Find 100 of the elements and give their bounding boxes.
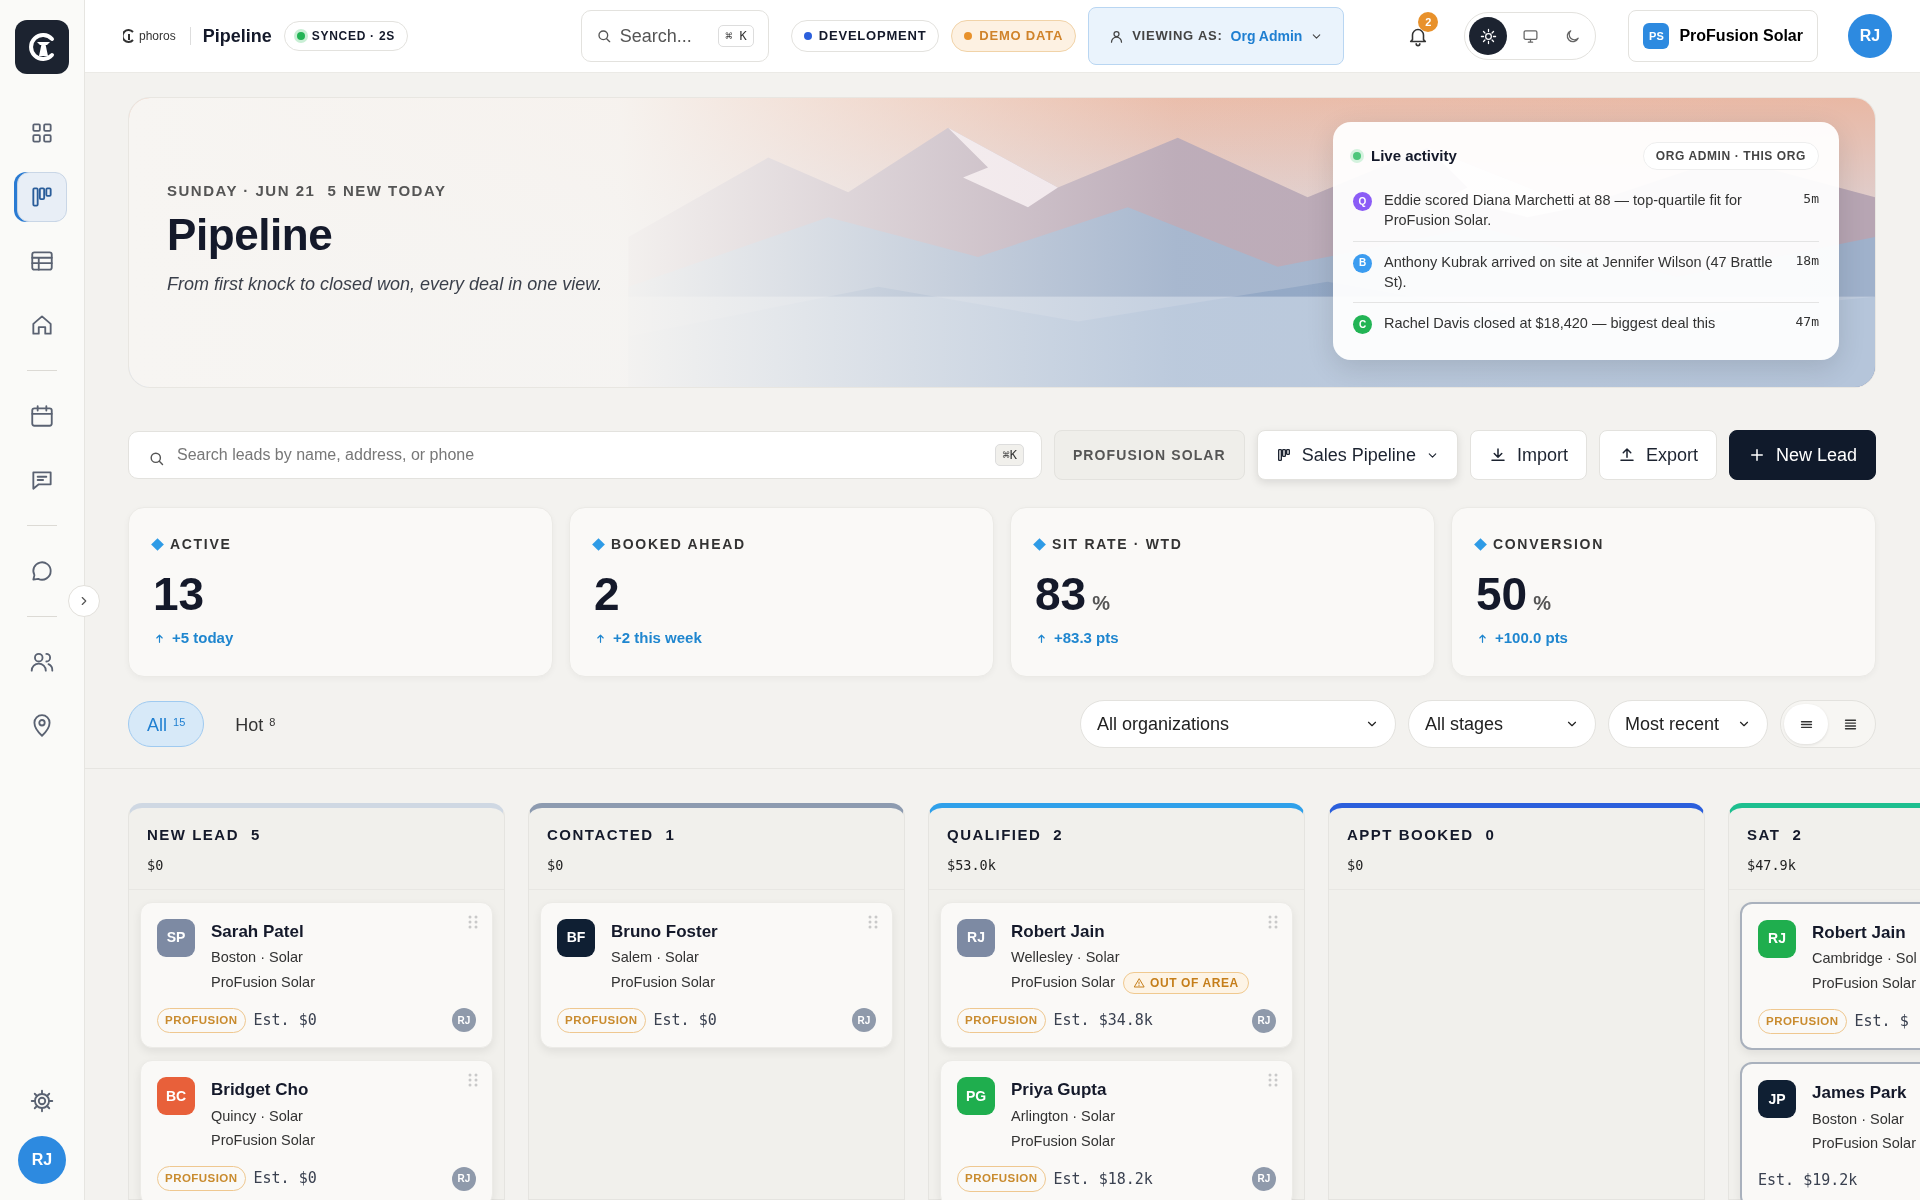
lead-name: Robert Jain [1011,920,1106,943]
export-button[interactable]: Export [1598,430,1717,480]
lead-card[interactable]: PG Priya Gupta Arlington · Solar ProFusion Solar PROFUSION Est. $18.2k RJ [940,1060,1293,1200]
search-button[interactable]: Search... ⌘ K [580,10,769,62]
lead-card[interactable]: RJ Robert Jain Wellesley · Solar ProFusion Solar OUT OF AREA PROFUSION Est. $34.8k RJ [940,901,1293,1049]
drag-handle-icon[interactable] [1268,914,1278,929]
drag-handle-icon[interactable] [1268,1073,1278,1088]
panel-title: Live activity [1371,145,1457,166]
lead-estimate: Est. $19.2k [1758,1170,1858,1191]
view-toggle[interactable] [1784,704,1828,744]
lead-card[interactable]: SP Sarah Patel Boston · Solar ProFusion Solar PROFUSION Est. $0 RJ [140,901,493,1048]
viewing-as-dropdown[interactable]: VIEWING AS: Org Admin [1088,7,1345,65]
lead-avatar: RJ [1758,919,1796,958]
lead-estimate: Est. $0 [253,1168,317,1190]
stat-delta: +2 this week [613,628,702,648]
sidebar-item[interactable] [17,172,67,222]
lead-organization: ProFusion Solar [211,973,315,992]
lead-organization: ProFusion Solar [611,973,715,992]
lead-name: Priya Gupta [1011,1079,1108,1102]
new-lead-button[interactable]: New Lead [1728,430,1876,480]
lead-card[interactable]: RJ Robert Jain Cambridge · Sol ProFusion Solar PROFUSION Est. $ [1740,901,1920,1050]
stat-delta: +83.3 pts [1054,628,1119,648]
lead-name: Robert Jain [1812,921,1907,944]
column-title: QUALIFIED [947,825,1042,845]
lead-location: Salem · Solar [611,948,700,968]
out-of-area-badge: OUT OF AREA [1122,972,1249,994]
column-total: $0 [1347,855,1365,875]
kanban-icon [29,184,55,210]
import-button[interactable]: Import [1469,430,1587,480]
drag-handle-icon[interactable] [468,1073,478,1087]
lead-estimate: Est. $0 [253,1010,317,1032]
lead-card[interactable]: BC Bridget Cho Quincy · Solar ProFusion Solar PROFUSION Est. $0 RJ [140,1060,493,1200]
lead-name: Sarah Patel [211,920,305,943]
filter-dropdown[interactable]: All stages [1408,700,1596,748]
column-title: SAT [1747,825,1781,845]
lead-estimate: Est. $0 [653,1010,717,1032]
user-icon [1109,28,1125,44]
live-dot-icon [1353,152,1361,160]
hero-date: SUNDAY · JUN 21 [167,181,316,201]
organization-chip: PROFUSION SOLAR [1053,430,1245,480]
column-total: $53.0k [947,855,997,875]
shortcut-hint: ⌘K [995,444,1024,466]
drag-handle-icon[interactable] [868,914,878,929]
lead-card[interactable]: BF Bruno Foster Salem · Solar ProFusion Solar PROFUSION Est. $0 RJ [540,901,893,1048]
column-total: $0 [147,855,165,875]
lead-avatar: JP [1758,1080,1796,1118]
activity-text: Rachel Davis closed at $18,420 — biggest deal this [1384,314,1716,334]
owner-avatar: RJ [452,1008,476,1033]
filter-dropdown[interactable]: Most recent [1608,700,1768,748]
organization-switcher[interactable]: PS ProFusion Solar [1628,10,1818,62]
activity-time: 18m [1794,251,1819,270]
stat-unit: % [1533,593,1551,613]
theme-button[interactable] [1469,17,1508,55]
lead-card[interactable]: JP James Park Boston · Solar ProFusion Solar Est. $19.2k [1740,1062,1920,1200]
owner-avatar: RJ [452,1166,476,1191]
activity-text: Anthony Kubrak arrived on site at Jennifer Wilson (47 Brattle St). [1384,252,1774,292]
lead-avatar: SP [157,918,195,957]
column-count: 0 [1485,825,1496,845]
lead-estimate: Est. $ [1854,1011,1909,1033]
column-title: CONTACTED [547,825,654,845]
stat-value: 50 [1476,571,1528,617]
lead-location: Quincy · Solar [211,1106,304,1126]
filter-tab[interactable]: Hot $^{8}$ [216,701,295,747]
lead-avatar: BC [157,1077,195,1115]
monitor-icon [1521,27,1539,45]
lead-estimate: Est. $18.2k [1053,1168,1153,1190]
column-title: NEW LEAD [147,825,239,845]
environment-badge: DEVELOPMENT [790,20,940,52]
pipeline-dropdown[interactable]: Sales Pipeline [1256,430,1458,480]
activity-time: 5m [1802,190,1819,208]
lead-location: Cambridge · Sol [1812,949,1917,969]
stat-value: 13 [153,571,205,617]
sync-status: SYNCED · 2S [283,21,408,51]
column-count: 2 [1053,825,1064,845]
lead-organization: ProFusion Solar [1812,974,1916,993]
logo-icon[interactable] [15,20,69,74]
lead-name: James Park [1812,1082,1908,1104]
dashboard-icon [29,120,55,146]
activity-avatar: B [1353,253,1372,273]
user-avatar[interactable]: RJ [1848,14,1892,58]
owner-avatar: RJ [1252,1008,1276,1033]
table-icon [29,248,55,274]
chat-icon [29,558,55,584]
brand-name: phoros [139,28,176,45]
lead-organization: ProFusion Solar [1011,973,1115,993]
stat-label: CONVERSION [1493,535,1604,554]
user-avatar[interactable]: RJ [18,1136,66,1184]
download-icon [1488,446,1507,464]
owner-avatar: RJ [852,1008,876,1033]
filter-tab[interactable]: All $^{15}$ [128,701,205,747]
settings-icon[interactable] [29,1088,55,1114]
drag-handle-icon[interactable] [468,914,478,929]
column-total: $0 [547,855,565,875]
lead-location: Boston · Solar [211,948,304,968]
hero-subtitle: From first knock to closed won, every deal in one view. [167,273,603,297]
hero-title: Pipeline [167,208,333,261]
calendar-icon [29,403,55,429]
filter-dropdown[interactable]: All organizations [1080,700,1396,748]
new-today-count: 5 NEW TODAY [327,181,447,201]
warning-icon [1132,977,1145,989]
